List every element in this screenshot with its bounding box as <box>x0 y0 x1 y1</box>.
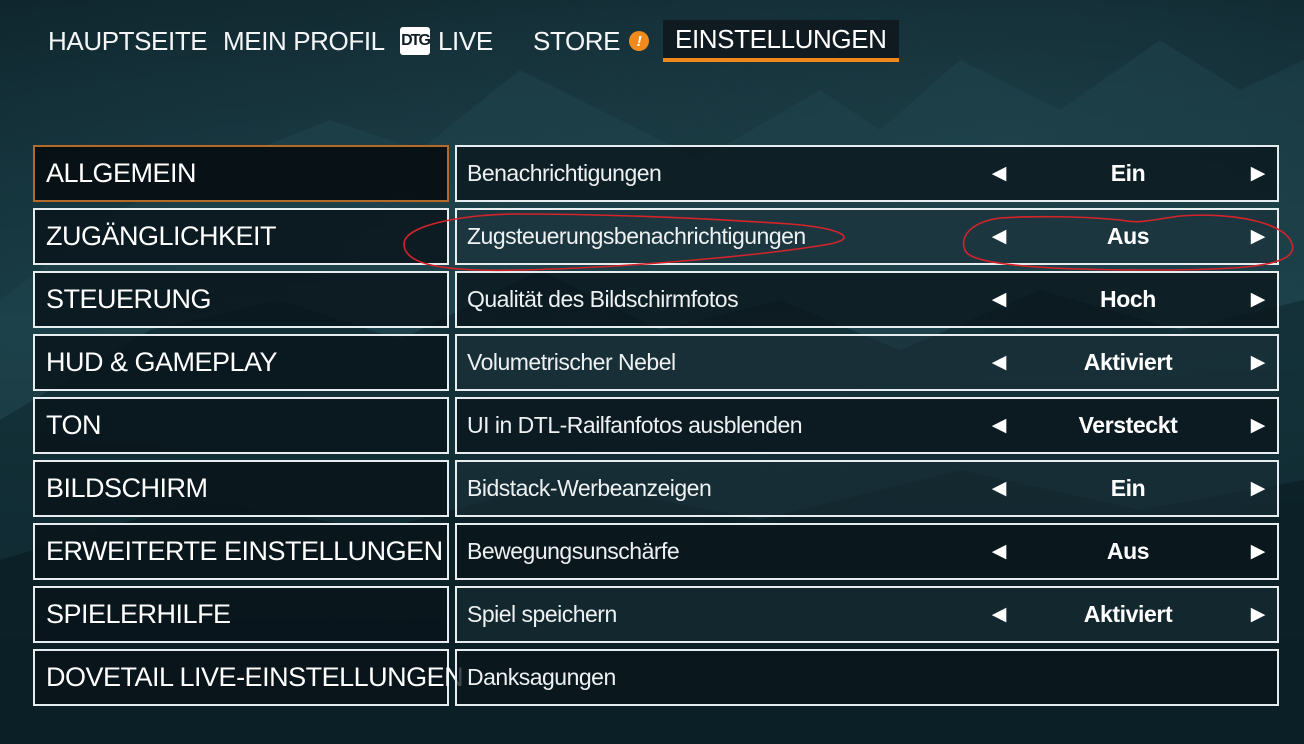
nav-tab-label: LIVE <box>438 25 493 56</box>
setting-label: Spiel speichern <box>467 601 617 627</box>
nav-tab-live[interactable]: DTG LIVE <box>388 20 505 62</box>
category-label: BILDSCHIRM <box>46 473 208 503</box>
category-label: STEUERUNG <box>46 284 212 314</box>
category-spielerhilfe[interactable]: SPIELERHILFE <box>33 586 449 643</box>
nav-tab-store[interactable]: STORE ! <box>521 20 661 62</box>
category-label: TON <box>46 410 102 440</box>
category-bildschirm[interactable]: BILDSCHIRM <box>33 460 449 517</box>
setting-label: Volumetrischer Nebel <box>467 349 676 375</box>
arrow-left-icon[interactable]: ◀ <box>985 525 1013 578</box>
arrow-right-icon[interactable]: ▶ <box>1244 399 1272 452</box>
category-ton[interactable]: TON <box>33 397 449 454</box>
arrow-left-icon[interactable]: ◀ <box>985 399 1013 452</box>
setting-row-ui-ausblenden[interactable]: UI in DTL-Railfanfotos ausblenden ◀ Vers… <box>455 397 1279 454</box>
setting-row-volumetrischer-nebel[interactable]: Volumetrischer Nebel ◀ Aktiviert ▶ <box>455 334 1279 391</box>
category-erweiterte-einstellungen[interactable]: ERWEITERTE EINSTELLUNGEN <box>33 523 449 580</box>
setting-label: Benachrichtigungen <box>467 160 662 186</box>
setting-row-bewegungsunschaerfe[interactable]: Bewegungsunschärfe ◀ Aus ▶ <box>455 523 1279 580</box>
arrow-right-icon[interactable]: ▶ <box>1244 147 1272 200</box>
arrow-right-icon[interactable]: ▶ <box>1244 462 1272 515</box>
setting-row-spiel-speichern[interactable]: Spiel speichern ◀ Aktiviert ▶ <box>455 586 1279 643</box>
setting-value: Aus <box>1106 223 1150 249</box>
dtg-logo-icon: DTG <box>400 27 431 55</box>
category-label: ERWEITERTE EINSTELLUNGEN <box>46 536 443 566</box>
nav-tab-label: EINSTELLUNGEN <box>675 23 887 54</box>
setting-value: Aktiviert <box>1083 349 1173 375</box>
category-steuerung[interactable]: STEUERUNG <box>33 271 449 328</box>
setting-label: Zugsteuerungsbenachrichtigungen <box>467 223 806 249</box>
category-zugaenglichkeit[interactable]: ZUGÄNGLICHKEIT <box>33 208 449 265</box>
setting-value: Ein <box>1110 475 1146 501</box>
arrow-right-icon[interactable]: ▶ <box>1244 336 1272 389</box>
setting-row-zugsteuerungsbenachrichtigungen[interactable]: Zugsteuerungsbenachrichtigungen ◀ Aus ▶ <box>455 208 1279 265</box>
category-label: HUD & GAMEPLAY <box>46 347 278 377</box>
setting-label: Danksagungen <box>467 664 616 690</box>
arrow-left-icon[interactable]: ◀ <box>985 462 1013 515</box>
category-allgemein[interactable]: ALLGEMEIN <box>33 145 449 202</box>
category-dovetail-live-einstellungen[interactable]: DOVETAIL LIVE-EINSTELLUNGEN <box>33 649 464 706</box>
nav-tab-mein-profil[interactable]: MEIN PROFIL <box>211 20 397 62</box>
arrow-left-icon[interactable]: ◀ <box>985 273 1013 326</box>
setting-row-qualitaet-bildschirmfoto[interactable]: Qualität des Bildschirmfotos ◀ Hoch ▶ <box>455 271 1279 328</box>
arrow-right-icon[interactable]: ▶ <box>1244 588 1272 641</box>
setting-value: Versteckt <box>1078 412 1178 438</box>
alert-icon: ! <box>629 31 650 51</box>
setting-value: Ein <box>1110 160 1146 186</box>
arrow-left-icon[interactable]: ◀ <box>985 210 1013 263</box>
nav-tab-label: MEIN PROFIL <box>223 25 385 56</box>
arrow-right-icon[interactable]: ▶ <box>1244 210 1272 263</box>
arrow-left-icon[interactable]: ◀ <box>985 147 1013 200</box>
nav-tab-einstellungen[interactable]: EINSTELLUNGEN <box>663 20 899 62</box>
setting-label: UI in DTL-Railfanfotos ausblenden <box>467 412 803 438</box>
setting-label: Qualität des Bildschirmfotos <box>467 286 739 312</box>
category-label: SPIELERHILFE <box>46 599 231 629</box>
arrow-right-icon[interactable]: ▶ <box>1244 525 1272 578</box>
setting-value: Hoch <box>1100 286 1156 312</box>
category-label: DOVETAIL LIVE-EINSTELLUNGEN <box>46 662 464 692</box>
setting-value: Aus <box>1106 538 1150 564</box>
setting-value: Aktiviert <box>1083 601 1173 627</box>
setting-label: Bewegungsunschärfe <box>467 538 680 564</box>
nav-tab-label: HAUPTSEITE <box>48 25 208 56</box>
top-navigation: HAUPTSEITE MEIN PROFIL DTG LIVE STORE ! … <box>0 0 1304 82</box>
arrow-left-icon[interactable]: ◀ <box>985 588 1013 641</box>
setting-row-danksagungen[interactable]: Danksagungen <box>455 649 1279 706</box>
setting-row-bidstack-werbeanzeigen[interactable]: Bidstack-Werbeanzeigen ◀ Ein ▶ <box>455 460 1279 517</box>
arrow-right-icon[interactable]: ▶ <box>1244 273 1272 326</box>
category-label: ALLGEMEIN <box>46 158 197 188</box>
category-label: ZUGÄNGLICHKEIT <box>46 221 277 251</box>
setting-label: Bidstack-Werbeanzeigen <box>467 475 712 501</box>
nav-tab-label: STORE <box>533 25 621 56</box>
nav-tab-hauptseite[interactable]: HAUPTSEITE <box>36 20 219 62</box>
setting-row-benachrichtigungen[interactable]: Benachrichtigungen ◀ Ein ▶ <box>455 145 1279 202</box>
arrow-left-icon[interactable]: ◀ <box>985 336 1013 389</box>
category-hud-gameplay[interactable]: HUD & GAMEPLAY <box>33 334 449 391</box>
